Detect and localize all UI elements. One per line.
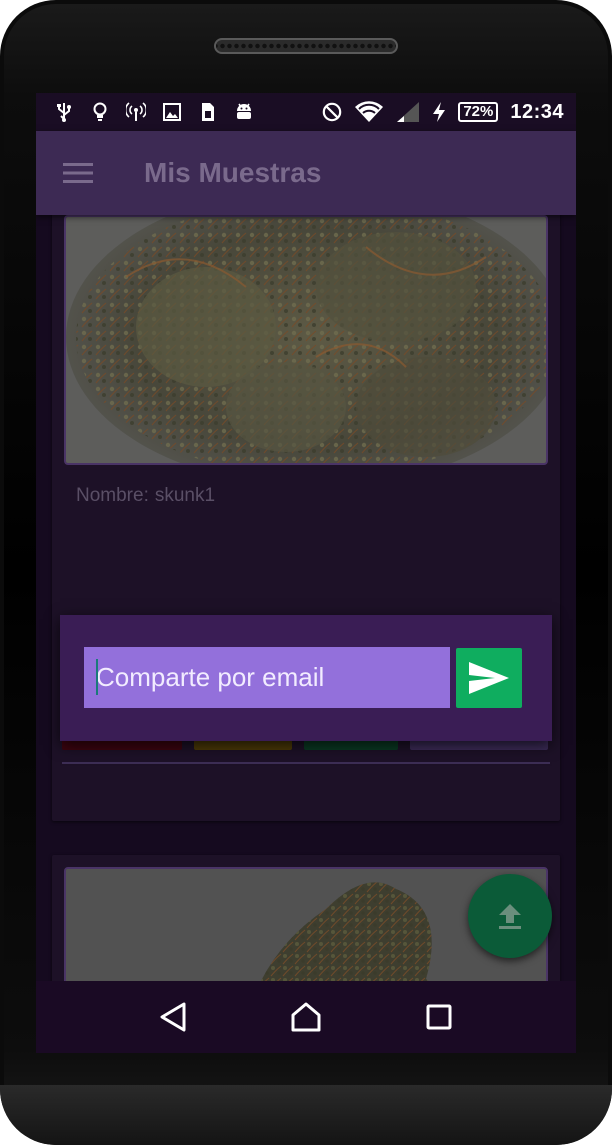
card-divider: [62, 762, 550, 764]
share-email-dialog: [60, 615, 552, 741]
upload-icon: [499, 904, 521, 929]
phone-chin: [0, 1085, 612, 1145]
sample-name-label: Nombre:: [76, 485, 149, 506]
lightbulb-icon: [90, 102, 110, 122]
recents-button[interactable]: [409, 987, 469, 1047]
app-bar: Mis Muestras: [36, 131, 576, 215]
android-icon: [234, 102, 254, 122]
sample-name-value: skunk1: [154, 485, 216, 506]
signal-icon: [396, 102, 420, 122]
phone-frame: 72% 12:34 Mis Muestras Nombre: skunk1 Co…: [0, 0, 612, 1145]
screen: 72% 12:34 Mis Muestras Nombre: skunk1 Co…: [36, 93, 576, 1053]
text-cursor: [96, 659, 98, 695]
home-icon: [291, 1002, 321, 1032]
image-icon: [162, 102, 182, 122]
upload-fab[interactable]: [468, 874, 552, 958]
home-button[interactable]: [276, 987, 336, 1047]
earpiece-speaker: [214, 38, 398, 54]
send-icon: [469, 662, 509, 694]
sample-photo[interactable]: [64, 215, 548, 465]
sim-icon: [198, 102, 218, 122]
status-left-icons: [54, 102, 254, 122]
status-right-icons: 72% 12:34: [322, 101, 564, 124]
battery-indicator: 72%: [458, 102, 499, 122]
email-input[interactable]: [84, 647, 450, 708]
back-icon: [160, 1002, 186, 1032]
do-not-disturb-icon: [322, 102, 342, 122]
page-title: Mis Muestras: [144, 157, 322, 188]
samples-list[interactable]: Nombre:skunk1 Eliminar Editar Catar Comp…: [36, 215, 576, 981]
system-navigation-bar: [36, 981, 576, 1053]
clock: 12:34: [510, 100, 564, 123]
recents-icon: [426, 1004, 452, 1030]
menu-icon: [63, 163, 93, 183]
menu-button[interactable]: [50, 145, 106, 201]
status-bar: 72% 12:34: [36, 93, 576, 131]
sample-name-row: Nombre: skunk1: [76, 485, 221, 507]
usb-icon: [54, 102, 74, 122]
charging-icon: [432, 102, 446, 122]
wifi-icon: [354, 101, 384, 122]
send-email-button[interactable]: [456, 648, 522, 708]
hotspot-icon: [126, 102, 146, 122]
back-button[interactable]: [143, 987, 203, 1047]
